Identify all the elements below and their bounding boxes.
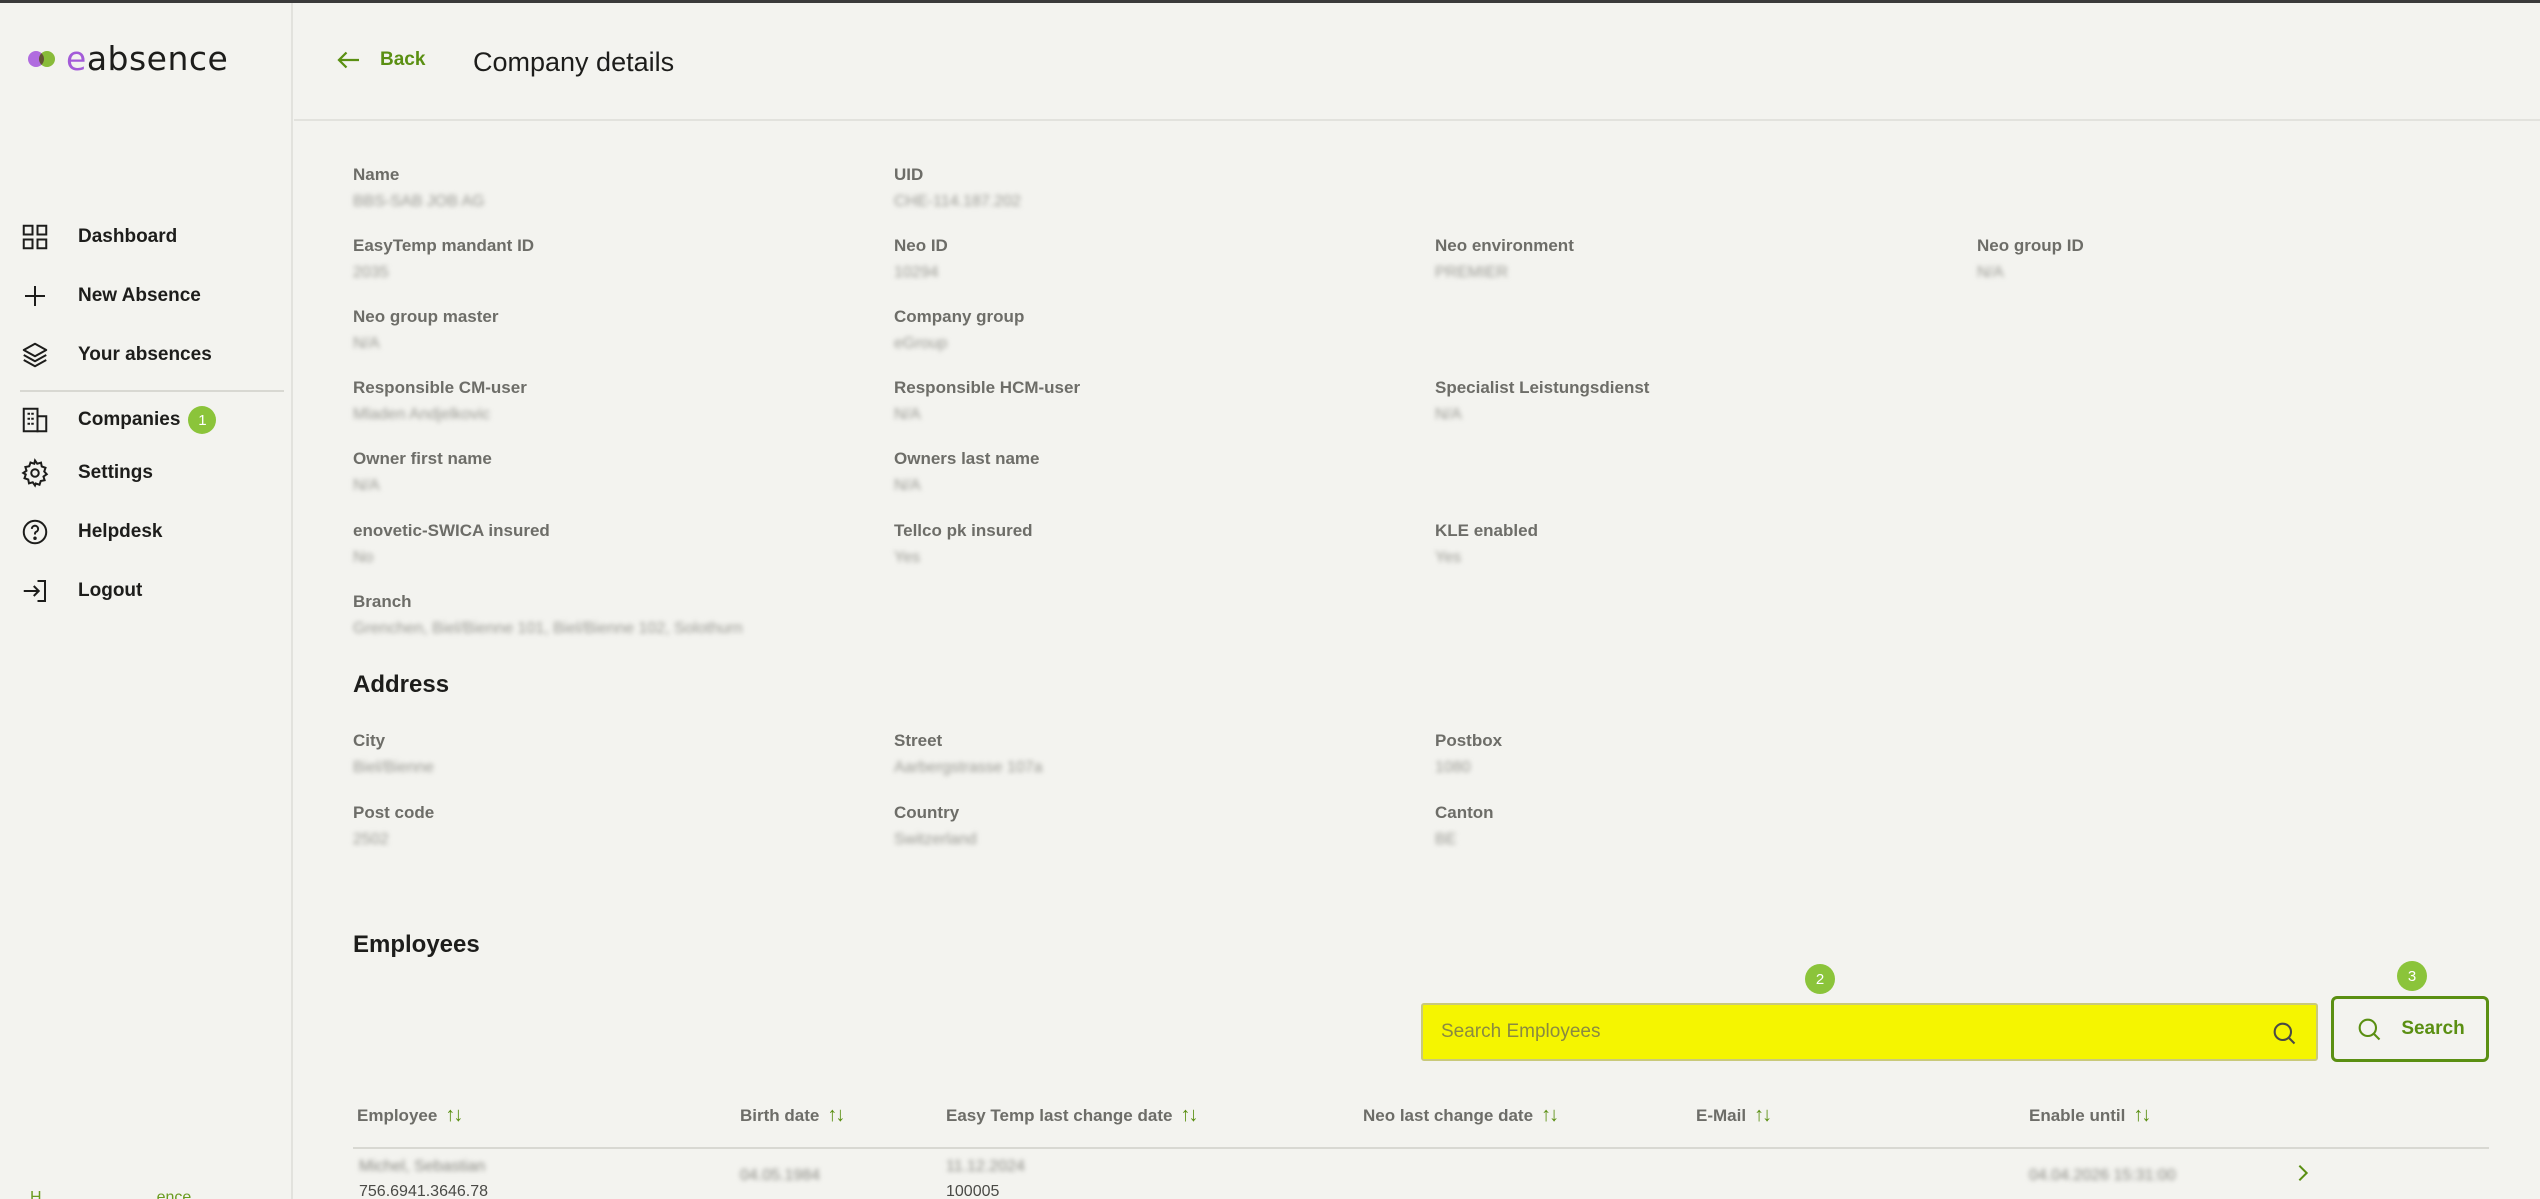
field-country: Country Switzerland bbox=[894, 803, 977, 848]
logo-text: eabsence bbox=[66, 39, 229, 78]
enable-until-date: 04.04.2026 15:31:00 bbox=[2029, 1167, 2176, 1184]
column-header-birth-date[interactable]: Birth date ↑↓ bbox=[740, 1104, 845, 1127]
sidebar-item-your-absences[interactable]: Your absences bbox=[20, 335, 212, 375]
sort-icon[interactable]: ↑↓ bbox=[2133, 1104, 2151, 1127]
sidebar-item-label: Settings bbox=[78, 462, 153, 483]
column-header-enable-until[interactable]: Enable until ↑↓ bbox=[2029, 1104, 2151, 1127]
employees-title: Employees bbox=[353, 931, 480, 958]
sidebar-item-settings[interactable]: Settings bbox=[20, 453, 153, 493]
plus-icon bbox=[25, 286, 45, 306]
sidebar-divider bbox=[20, 390, 284, 392]
building-icon bbox=[22, 407, 48, 433]
annotation-mark-3: 3 bbox=[2397, 961, 2427, 991]
employee-ahv-number: 756.6941.3646.78 bbox=[359, 1183, 489, 1199]
column-header-easytemp-last-change[interactable]: Easy Temp last change date ↑↓ bbox=[946, 1104, 1198, 1127]
field-neo-id: Neo ID 10294 bbox=[894, 236, 948, 281]
sidebar: eabsence Dashboard New Absence Your abse… bbox=[0, 3, 293, 1199]
field-uid: UID CHE-114.187.202 bbox=[894, 165, 1021, 210]
gear-icon bbox=[21, 458, 49, 488]
sidebar-item-helpdesk[interactable]: Helpdesk bbox=[20, 512, 162, 552]
easytemp-change-date: 11.12.2024 bbox=[946, 1158, 1025, 1175]
page-header: Back Company details bbox=[294, 3, 2540, 121]
dashboard-icon bbox=[22, 224, 48, 250]
sort-icon[interactable]: ↑↓ bbox=[827, 1104, 845, 1127]
employee-search-box bbox=[1421, 1003, 2318, 1061]
sidebar-item-label: New Absence bbox=[78, 285, 201, 306]
field-canton: Canton BE bbox=[1435, 803, 1494, 848]
search-button-label: Search bbox=[2401, 1018, 2465, 1039]
sidebar-item-label: Dashboard bbox=[78, 226, 178, 247]
search-icon[interactable] bbox=[2270, 1019, 2298, 1047]
page-title: Company details bbox=[473, 47, 675, 77]
field-neo-environment: Neo environment PREMIER bbox=[1435, 236, 1574, 281]
sidebar-item-new-absence[interactable]: New Absence bbox=[20, 276, 201, 316]
sort-icon[interactable]: ↑↓ bbox=[1180, 1104, 1198, 1127]
address-title: Address bbox=[353, 671, 450, 698]
field-owner-first-name: Owner first name N/A bbox=[353, 449, 492, 494]
sidebar-item-logout[interactable]: Logout bbox=[20, 571, 142, 611]
app-logo[interactable]: eabsence bbox=[28, 39, 228, 78]
sort-icon[interactable]: ↑↓ bbox=[445, 1104, 463, 1127]
column-header-employee[interactable]: Employee ↑↓ bbox=[357, 1104, 463, 1127]
logout-icon bbox=[23, 580, 46, 602]
field-street: Street Aarbergstrasse 107a bbox=[894, 731, 1043, 776]
sidebar-item-companies[interactable]: Companies 1 bbox=[20, 400, 217, 440]
annotation-mark-2: 2 bbox=[1805, 964, 1835, 994]
chevron-right-icon[interactable] bbox=[2292, 1160, 2314, 1186]
employee-name: Michel, Sebastian bbox=[359, 1158, 486, 1175]
field-responsible-cm-user: Responsible CM-user Mladen Andjelkovic bbox=[353, 378, 527, 423]
field-responsible-hcm-user: Responsible HCM-user N/A bbox=[894, 378, 1081, 423]
column-header-email[interactable]: E-Mail ↑↓ bbox=[1696, 1104, 1772, 1127]
field-name: Name BBS-SAB JOB AG bbox=[353, 165, 485, 210]
field-enovetic-swica-insured: enovetic-SWICA insured No bbox=[353, 521, 550, 566]
field-specialist-leistungsdienst: Specialist Leistungsdienst N/A bbox=[1435, 378, 1650, 423]
field-neo-group-id: Neo group ID N/A bbox=[1977, 236, 2084, 281]
help-icon bbox=[22, 519, 48, 545]
search-button[interactable]: Search bbox=[2331, 996, 2489, 1062]
field-company-group: Company group eGroup bbox=[894, 307, 1025, 352]
field-tellco-pk-insured: Tellco pk insured Yes bbox=[894, 521, 1033, 566]
back-label: Back bbox=[380, 49, 426, 70]
sidebar-item-label: Companies bbox=[78, 409, 181, 430]
search-icon bbox=[2358, 1018, 2381, 1041]
sidebar-item-dashboard[interactable]: Dashboard bbox=[20, 217, 177, 257]
birth-date: 04.05.1984 bbox=[740, 1167, 821, 1184]
logo-mark-icon bbox=[28, 49, 58, 69]
field-post-code: Post code 2502 bbox=[353, 803, 435, 848]
field-postbox: Postbox 1080 bbox=[1435, 731, 1503, 776]
employee-search-input[interactable] bbox=[1423, 1005, 2316, 1059]
back-button[interactable]: Back bbox=[334, 45, 425, 75]
column-header-neo-last-change[interactable]: Neo last change date ↑↓ bbox=[1363, 1104, 1559, 1127]
field-kle-enabled: KLE enabled Yes bbox=[1435, 521, 1538, 566]
field-city: City Biel/Bienne bbox=[353, 731, 434, 776]
field-owners-last-name: Owners last name N/A bbox=[894, 449, 1040, 494]
sidebar-footer-text: Hence bbox=[30, 1189, 192, 1199]
sort-icon[interactable]: ↑↓ bbox=[1541, 1104, 1559, 1127]
table-divider bbox=[353, 1147, 2489, 1149]
sidebar-item-label: Logout bbox=[78, 580, 143, 601]
arrow-left-icon bbox=[337, 51, 359, 69]
field-neo-group-master: Neo group master N/A bbox=[353, 307, 499, 352]
sort-icon[interactable]: ↑↓ bbox=[1754, 1104, 1772, 1127]
field-easytemp-mandant-id: EasyTemp mandant ID 2035 bbox=[353, 236, 535, 281]
companies-badge: 1 bbox=[188, 406, 217, 434]
layers-icon bbox=[22, 342, 48, 368]
sidebar-item-label: Your absences bbox=[78, 344, 212, 365]
field-branch: Branch Grenchen, Biel/Bienne 101, Biel/Bi… bbox=[353, 592, 743, 637]
sidebar-item-label: Helpdesk bbox=[78, 521, 163, 542]
easytemp-id: 100005 bbox=[946, 1183, 1000, 1199]
